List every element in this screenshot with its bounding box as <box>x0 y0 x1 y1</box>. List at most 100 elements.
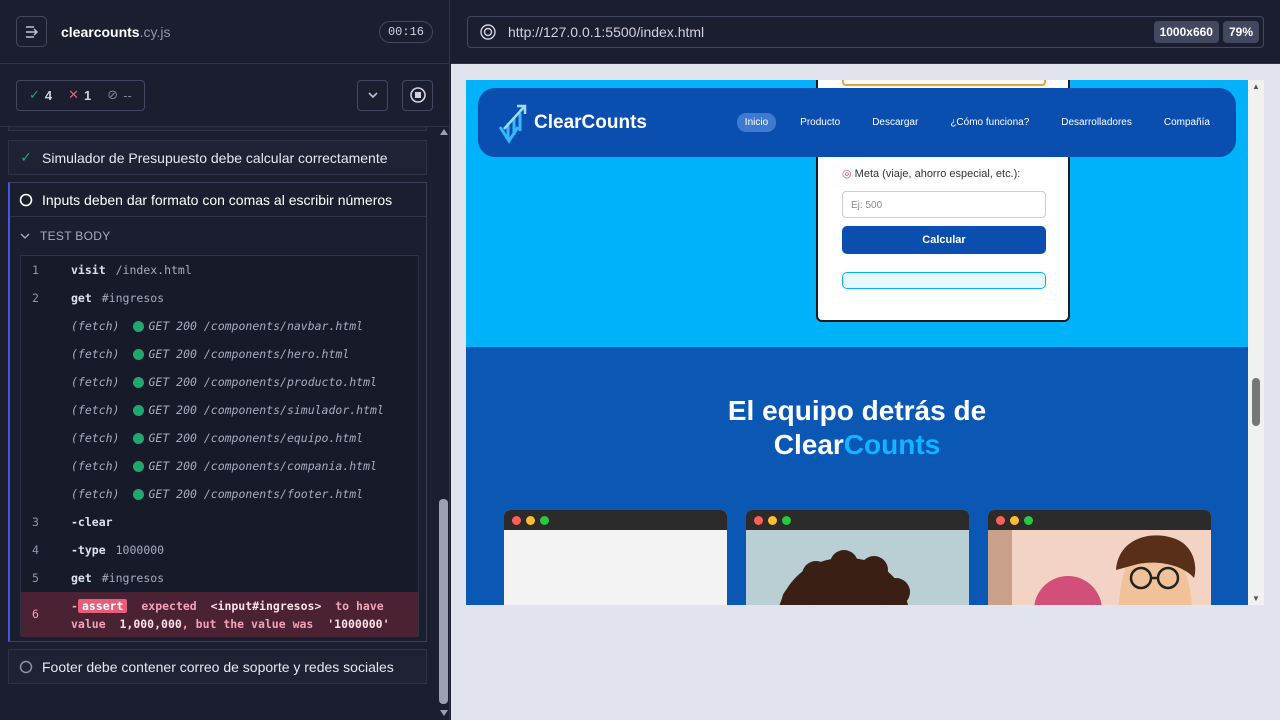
scroll-up-arrow-icon[interactable]: ▲ <box>1252 82 1260 91</box>
test-body-label: TEST BODY <box>40 228 111 243</box>
previous-test-stub <box>8 127 427 131</box>
logo-text: ClearCounts <box>534 111 647 133</box>
command-row[interactable]: 2 get #ingresos <box>21 284 418 312</box>
assert-tag: assert <box>77 599 128 613</box>
nav-inicio[interactable]: Inicio <box>736 113 777 132</box>
command-number: 5 <box>32 571 39 585</box>
fetch-label: (fetch) <box>71 431 120 445</box>
running-icon <box>19 193 33 206</box>
nav-como-funciona[interactable]: ¿Cómo funciona? <box>942 113 1037 132</box>
target-icon: ◎ <box>842 168 852 180</box>
status-dot-icon <box>133 348 145 360</box>
fetch-row[interactable]: (fetch) GET 200 /components/footer.html <box>21 480 418 508</box>
team-title-brand-a: Clear <box>773 429 844 460</box>
calcular-button[interactable]: Calcular <box>842 226 1046 254</box>
command-name: -clear <box>71 515 113 529</box>
fetch-request: GET 200 /components/compania.html <box>148 459 377 473</box>
status-dot-icon <box>133 488 145 500</box>
assert-expected-value: 1,000,000 <box>119 617 182 631</box>
nav-producto[interactable]: Producto <box>792 113 848 132</box>
command-name: get <box>71 291 92 305</box>
simulator-result <box>842 272 1046 289</box>
command-log: 1 visit/index.html 2 get #ingresos (fetch) G… <box>20 255 419 637</box>
command-row[interactable]: 3 -clear <box>21 508 418 536</box>
browser-toolbar: http://127.0.0.1:5500/index.html 1000x66… <box>451 0 1280 64</box>
test-list-scrollbar[interactable] <box>437 127 449 720</box>
nav-descargar[interactable]: Descargar <box>864 113 926 132</box>
team-section: El equipo detrás de ClearCounts <box>466 347 1248 605</box>
command-name: visit <box>71 263 106 277</box>
simulator-prev-input[interactable] <box>842 80 1046 86</box>
failed-count-value: 1 <box>84 87 92 103</box>
nav-compania[interactable]: Compañía <box>1156 113 1218 132</box>
test-row-simulador[interactable]: ✓ Simulador de Presupuesto debe calcular… <box>8 140 427 175</box>
passed-count-value: 4 <box>44 87 53 103</box>
team-title-line1: El equipo detrás de <box>727 395 987 426</box>
viewport-scrollbar[interactable]: ▲ ▼ <box>1248 80 1264 605</box>
fetch-row[interactable]: (fetch) GET 200 /components/hero.html <box>21 340 418 368</box>
assert-text: expected <box>141 599 197 613</box>
site-navbar: ClearCounts Inicio Producto Descargar ¿C… <box>478 88 1236 157</box>
selector-playground-icon[interactable] <box>480 24 496 40</box>
fetch-request: GET 200 /components/footer.html <box>148 487 364 501</box>
site-logo[interactable]: ClearCounts <box>496 101 647 145</box>
command-row[interactable]: 5 get #ingresos <box>21 564 418 592</box>
passed-icon: ✓ <box>20 149 32 165</box>
chart-arrow-logo-icon <box>498 104 527 144</box>
scrollbar-thumb[interactable] <box>1252 378 1260 426</box>
failed-count: ✕ 1 <box>68 87 91 103</box>
stop-icon <box>409 87 426 103</box>
fetch-label: (fetch) <box>71 403 120 417</box>
expand-collapse-button[interactable] <box>357 79 388 111</box>
spec-file-name: clearcounts.cy.js <box>61 24 379 40</box>
window-bar <box>504 510 727 530</box>
address-bar[interactable]: http://127.0.0.1:5500/index.html 1000x66… <box>467 16 1264 48</box>
active-test-header[interactable]: Inputs deben dar formato con comas al es… <box>10 183 426 217</box>
collapse-sidebar-icon <box>25 25 38 38</box>
fetch-row[interactable]: (fetch) GET 200 /components/producto.html <box>21 368 418 396</box>
check-icon: ✓ <box>29 87 40 102</box>
toggle-specs-button[interactable] <box>16 16 47 47</box>
fetch-label: (fetch) <box>71 459 120 473</box>
pending-circle-icon <box>19 660 33 673</box>
team-title-brand-b: Counts <box>843 429 941 460</box>
test-row-footer[interactable]: Footer debe contener correo de soporte y… <box>8 649 427 684</box>
site-viewport: ◎ Meta (viaje, ahorro especial, etc.): E… <box>466 80 1248 605</box>
fetch-request: GET 200 /components/simulador.html <box>148 403 384 417</box>
test-title: Simulador de Presupuesto debe calcular c… <box>42 149 388 166</box>
command-row[interactable]: 4 -type 1000000 <box>21 536 418 564</box>
spec-file-ext: .cy.js <box>139 23 171 40</box>
command-message: 1000000 <box>115 543 165 557</box>
url-text[interactable]: http://127.0.0.1:5500/index.html <box>508 24 1150 40</box>
scroll-down-arrow-icon[interactable] <box>440 710 448 716</box>
team-card <box>988 510 1211 605</box>
command-name: -type <box>71 543 106 557</box>
stop-button[interactable] <box>402 79 433 111</box>
command-number: 3 <box>32 515 39 529</box>
nav-desarrolladores[interactable]: Desarrolladores <box>1053 113 1140 132</box>
status-dot-icon <box>133 460 145 472</box>
test-runner-panel: clearcounts.cy.js 00:16 ✓ 4 ✕ 1 ⊘ -- ✓ Simu… <box>0 0 450 720</box>
scroll-down-arrow-icon[interactable]: ▼ <box>1252 594 1260 603</box>
passed-count: ✓ 4 <box>29 87 52 103</box>
status-dot-icon <box>133 432 145 444</box>
status-dot-icon <box>133 376 145 388</box>
fetch-row[interactable]: (fetch) GET 200 /components/compania.html <box>21 452 418 480</box>
command-message: #ingresos <box>101 291 165 305</box>
runner-header: clearcounts.cy.js 00:16 <box>0 0 449 64</box>
scrollbar-thumb[interactable] <box>439 499 448 704</box>
fetch-label: (fetch) <box>71 319 120 333</box>
command-number: 6 <box>32 607 39 621</box>
fetch-row[interactable]: (fetch) GET 200 /components/navbar.html <box>21 312 418 340</box>
fetch-row[interactable]: (fetch) GET 200 /components/equipo.html <box>21 424 418 452</box>
test-row-inputs-active[interactable]: Inputs deben dar formato con comas al es… <box>8 182 427 642</box>
failed-assert-row[interactable]: 6 - assert expected <input#ingresos> to h… <box>21 592 418 637</box>
fetch-row[interactable]: (fetch) GET 200 /components/simulador.htm… <box>21 396 418 424</box>
test-body-toggle[interactable]: TEST BODY <box>10 217 426 254</box>
command-row[interactable]: 1 visit/index.html <box>21 256 418 284</box>
meta-input[interactable]: Ej: 500 <box>842 191 1046 218</box>
meta-label-text: Meta (viaje, ahorro especial, etc.): <box>854 168 1021 180</box>
fetch-label: (fetch) <box>71 375 120 389</box>
scroll-up-arrow-icon[interactable] <box>440 129 448 135</box>
command-name: get <box>71 571 92 585</box>
